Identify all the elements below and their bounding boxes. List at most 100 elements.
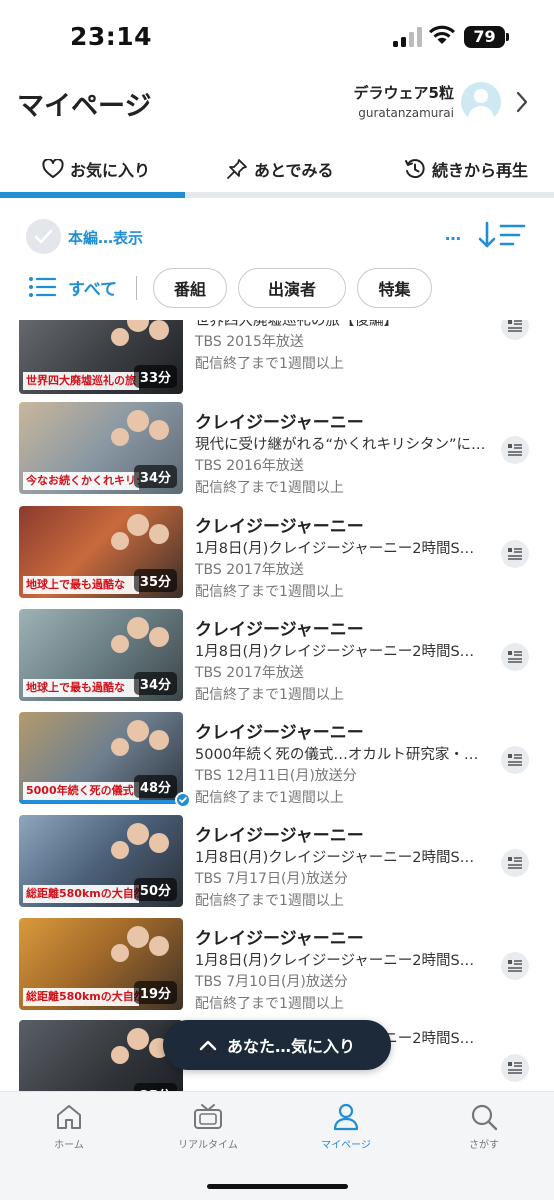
item-broadcast-info: TBS 7月10日(月)放送分 [195, 974, 348, 990]
favorites-list: 世界四大廃墟巡礼の旅 33分 世界四大廃墟巡礼の旅【後編】 TBS 2015年放送配信… [0, 320, 554, 1092]
item-broadcast-info: TBS 2017年放送 [195, 562, 304, 578]
nav-realtime-label: リアルタイム [178, 1140, 238, 1151]
status-bar: 23:14 79 [0, 0, 554, 70]
item-availability: 配信終了まで1週間以上 [195, 790, 344, 806]
history-icon [405, 159, 425, 179]
thumbnail[interactable]: 25分 [19, 1020, 183, 1092]
list-item[interactable]: 世界四大廃墟巡礼の旅 33分 世界四大廃墟巡礼の旅【後編】 TBS 2015年放送配信… [0, 320, 554, 406]
item-subtitle: 5000年続く死の儀式…オカルト研究家・… [195, 747, 479, 763]
sort-icon[interactable] [477, 220, 527, 250]
nav-realtime[interactable]: リアルタイム [158, 1102, 258, 1151]
thumbnail-caption: 世界四大廃墟巡礼の旅 [23, 372, 139, 390]
item-subtitle: 1月8日(月)クレイジージャーニー2時間S… [195, 644, 475, 660]
item-detail-button[interactable] [501, 849, 529, 877]
item-availability: 配信終了まで1週間以上 [195, 356, 344, 372]
detail-icon [508, 1062, 522, 1074]
avatar[interactable] [461, 82, 501, 122]
thumbnail-caption: 地球上で最も過酷な [23, 576, 139, 594]
chip-cast[interactable]: 出演者 [238, 268, 346, 308]
thumbnail[interactable]: 総距離580kmの大自然 19分 [19, 918, 183, 1010]
battery-icon: 79 [464, 26, 505, 48]
item-detail-button[interactable] [501, 540, 529, 568]
thumbnail[interactable]: 総距離580kmの大自然 50分 [19, 815, 183, 907]
list-item[interactable]: 5000年続く死の儀式 48分 クレイジージャーニー 5000年続く死の儀式…オカルト… [0, 712, 554, 816]
item-availability: 配信終了まで1週間以上 [195, 584, 344, 600]
item-detail-button[interactable] [501, 746, 529, 774]
list-item[interactable]: 地球上で最も過酷な 34分 クレイジージャーニー 1月8日(月)クレイジージャーニー2… [0, 609, 554, 713]
thumbnail[interactable]: 地球上で最も過酷な 35分 [19, 506, 183, 598]
item-title: クレイジージャーニー [195, 929, 364, 949]
duration-badge: 34分 [133, 465, 177, 488]
list-icon [29, 277, 56, 297]
list-item[interactable]: 総距離580kmの大自然 19分 クレイジージャーニー 1月8日(月)クレイジージャー… [0, 918, 554, 1022]
search-icon [471, 1104, 498, 1131]
watched-check-icon [175, 792, 191, 808]
filter-all[interactable]: すべて [28, 272, 117, 302]
wifi-icon [429, 25, 455, 44]
page-title: マイページ [17, 91, 152, 122]
detail-icon [508, 320, 522, 332]
item-availability: 配信終了まで1週間以上 [195, 996, 344, 1012]
list-item[interactable]: 総距離580kmの大自然 50分 クレイジージャーニー 1月8日(月)クレイジージャー… [0, 815, 554, 919]
nav-home[interactable]: ホーム [19, 1102, 119, 1151]
thumbnail[interactable]: 5000年続く死の儀式 48分 [19, 712, 183, 804]
duration-badge: 19分 [133, 981, 177, 1004]
item-subtitle: 1月8日(月)クレイジージャーニー2時間S… [195, 850, 475, 866]
chevron-up-icon [199, 1040, 217, 1051]
duration-badge: 50分 [133, 878, 177, 901]
item-title: クレイジージャーニー [195, 620, 364, 640]
tab-active-indicator [0, 192, 185, 198]
detail-icon [508, 754, 522, 766]
thumbnail[interactable]: 地球上で最も過酷な 34分 [19, 609, 183, 701]
detail-icon [508, 548, 522, 560]
list-item[interactable]: 地球上で最も過酷な 35分 クレイジージャーニー 1月8日(月)クレイジージャーニー2… [0, 506, 554, 610]
chevron-right-icon[interactable] [516, 91, 528, 113]
item-detail-button[interactable] [501, 320, 529, 340]
item-title: クレイジージャーニー [195, 413, 364, 433]
item-broadcast-info: TBS 2016年放送 [195, 458, 304, 474]
thumbnail[interactable]: 今なお続くかくれキリシタン34分 [19, 402, 183, 494]
item-broadcast-info: TBS 7月17日(月)放送分 [195, 871, 348, 887]
item-subtitle: 世界四大廃墟巡礼の旅【後編】 [195, 320, 398, 329]
item-detail-button[interactable] [501, 1054, 529, 1082]
item-detail-button[interactable] [501, 436, 529, 464]
main-only-toggle-label[interactable]: 本編…表示 [68, 227, 143, 248]
duration-badge: 48分 [133, 775, 177, 798]
thumbnail-caption: 総距離580kmの大自然 [23, 988, 139, 1006]
list-item[interactable]: 今なお続くかくれキリシタン34分クレイジージャーニー現代に受け継がれる“かくれキ… [0, 402, 554, 506]
tab-continue-label: 続きから再生 [432, 161, 529, 180]
user-id[interactable]: guratanzamurai [358, 106, 454, 120]
item-subtitle: 1月8日(月)クレイジージャーニー2時間S… [195, 953, 475, 969]
tab-watch-later[interactable]: あとでみる [226, 148, 334, 190]
tab-watch-later-label: あとでみる [254, 161, 334, 180]
item-detail-button[interactable] [501, 952, 529, 980]
item-detail-button[interactable] [501, 643, 529, 671]
item-availability: 配信終了まで1週間以上 [195, 893, 344, 909]
check-icon [34, 229, 53, 244]
detail-icon [508, 651, 522, 663]
thumbnail-caption: 今なお続くかくれキリシタン [23, 472, 139, 490]
select-all-checkbox[interactable] [26, 219, 61, 254]
item-availability: 配信終了まで1週間以上 [195, 687, 344, 703]
tab-favorites[interactable]: お気に入り [42, 148, 150, 190]
tab-favorites-label: お気に入り [70, 161, 151, 180]
thumbnail-caption: 5000年続く死の儀式 [23, 782, 139, 800]
tab-bar: お気に入り あとでみる 続きから再生 [0, 148, 554, 198]
favorites-toast[interactable]: あなた…気に入り [163, 1020, 391, 1070]
chip-feature[interactable]: 特集 [357, 268, 432, 308]
item-title: クレイジージャーニー [195, 826, 364, 846]
watch-progress-bar [19, 800, 183, 804]
item-broadcast-info: TBS 2015年放送 [195, 334, 304, 350]
nav-search[interactable]: さがす [434, 1102, 534, 1151]
duration-badge: 34分 [133, 672, 177, 695]
more-options[interactable]: … [445, 225, 461, 244]
nav-mypage[interactable]: マイページ [296, 1102, 396, 1151]
tab-continue[interactable]: 続きから再生 [404, 148, 528, 190]
home-indicator [207, 1184, 348, 1189]
battery-tip [506, 33, 509, 41]
item-broadcast-info: TBS 12月11日(月)放送分 [195, 768, 357, 784]
thumbnail[interactable]: 世界四大廃墟巡礼の旅 33分 [19, 320, 183, 394]
chip-program[interactable]: 番組 [153, 268, 227, 308]
user-name[interactable]: デラウェア5粒 [354, 82, 454, 103]
nav-mypage-label: マイページ [321, 1140, 371, 1151]
